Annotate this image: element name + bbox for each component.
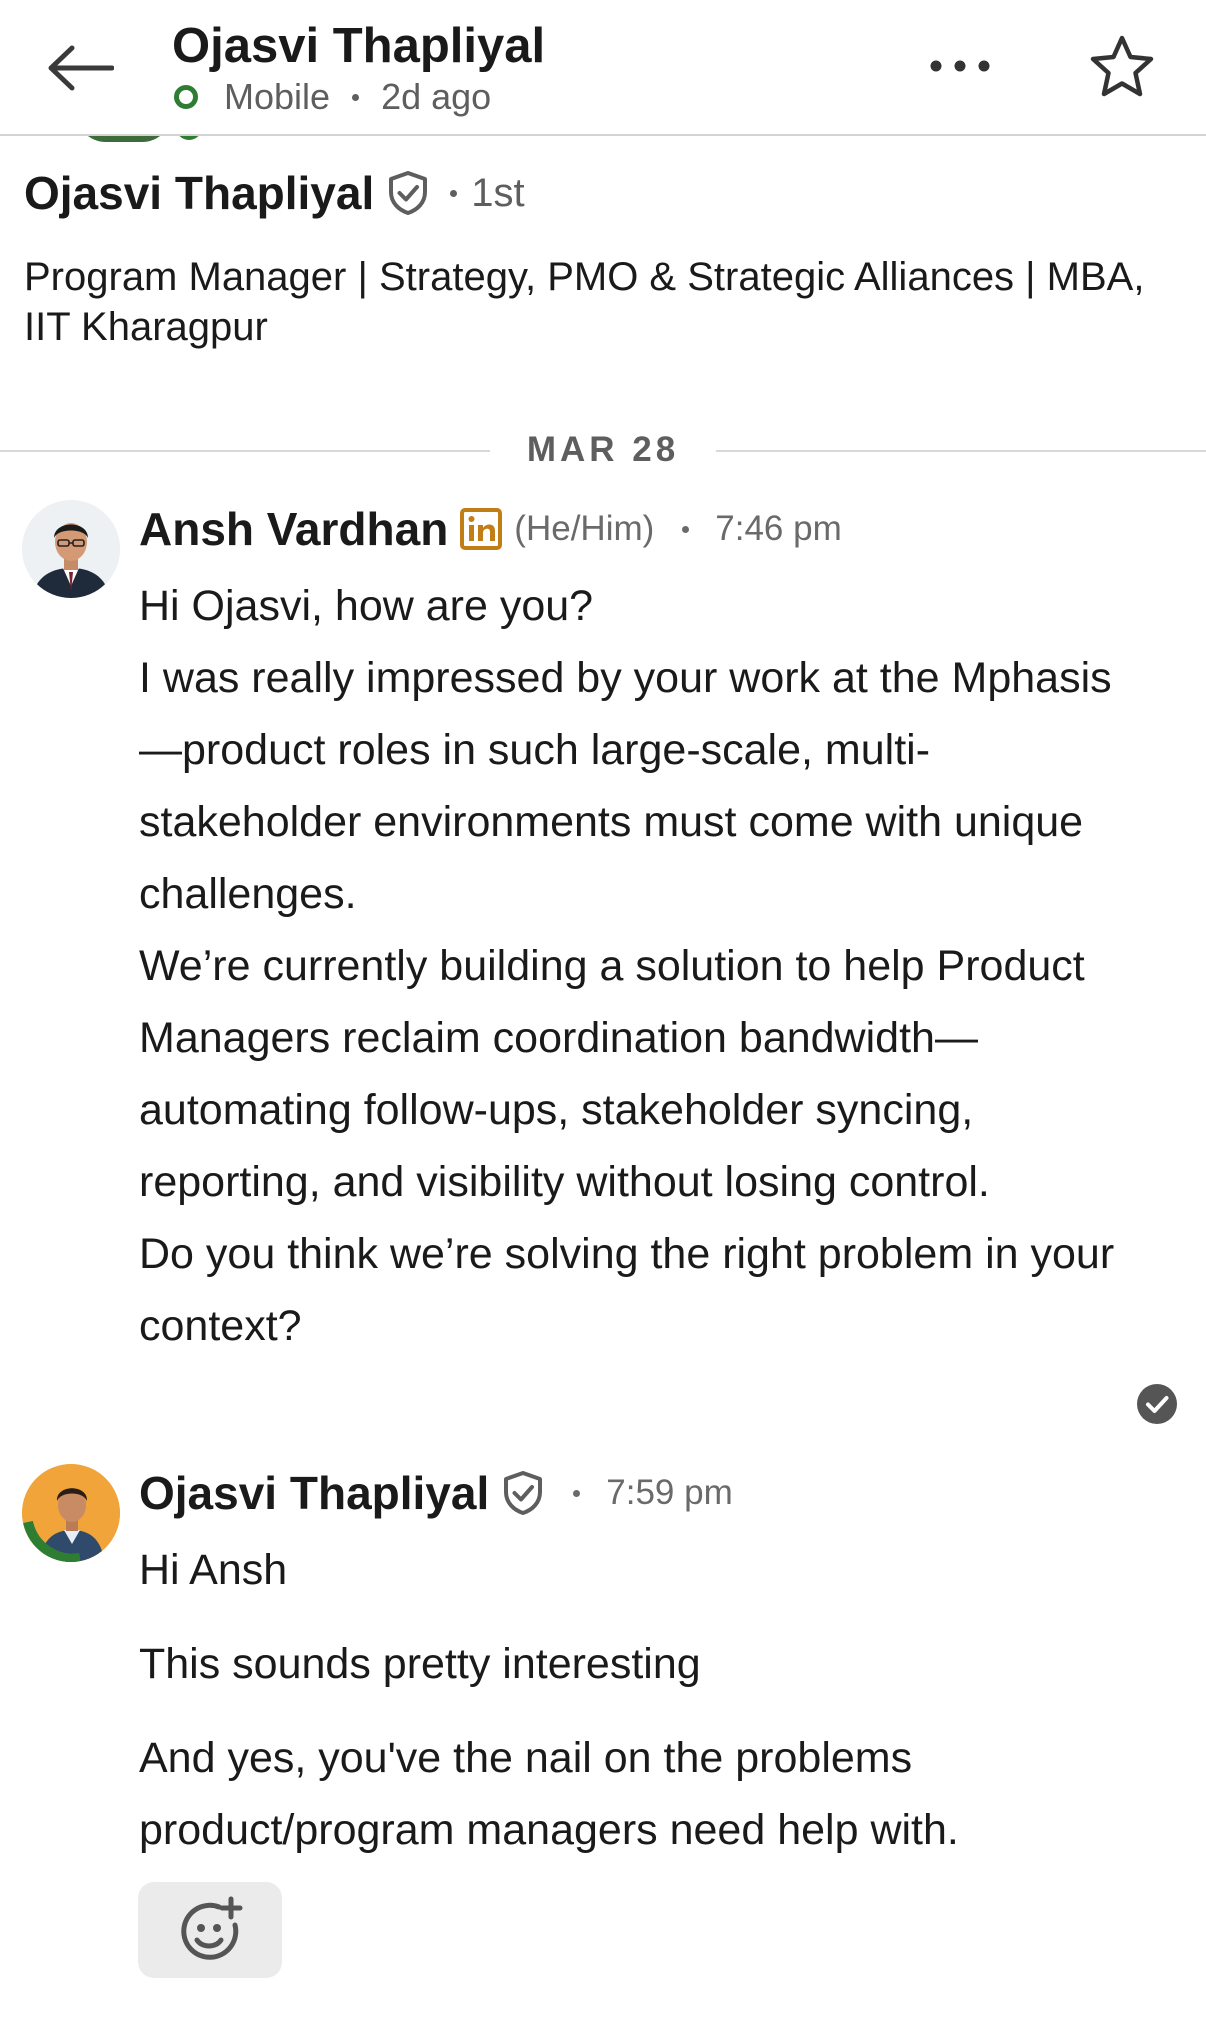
star-icon bbox=[1090, 35, 1154, 97]
message-header: Ojasvi Thapliyal 7:59 pm bbox=[139, 1466, 733, 1520]
profile-name[interactable]: Ojasvi Thapliyal bbox=[24, 166, 374, 220]
message-body: Hi Ojasvi, how are you? I was really imp… bbox=[139, 570, 1149, 1362]
message-header: Ansh Vardhan (He/Him) 7:46 pm bbox=[139, 502, 842, 556]
message-time: 7:59 pm bbox=[606, 1473, 733, 1512]
add-reaction-icon bbox=[181, 1896, 243, 1960]
last-active-label: 2d ago bbox=[381, 76, 492, 117]
sender-pronouns: (He/Him) bbox=[514, 509, 655, 548]
star-button[interactable] bbox=[1082, 28, 1162, 104]
more-options-button[interactable] bbox=[920, 36, 1000, 96]
status-label: Mobile bbox=[224, 76, 331, 117]
arrow-left-icon bbox=[48, 45, 114, 91]
date-divider-line bbox=[716, 450, 1206, 452]
separator-dot bbox=[352, 93, 360, 101]
message-body: Hi Ansh This sounds pretty interesting A… bbox=[139, 1534, 1149, 1888]
message-line: And yes, you've the nail on the problems… bbox=[139, 1734, 959, 1854]
avatar[interactable] bbox=[22, 1464, 120, 1562]
shield-check-icon bbox=[386, 170, 430, 216]
online-status-icon bbox=[174, 85, 198, 109]
person-avatar-icon bbox=[22, 500, 120, 598]
connection-degree: 1st bbox=[471, 170, 525, 215]
separator-dot bbox=[682, 525, 690, 533]
date-divider-line bbox=[0, 450, 490, 452]
shield-check-icon bbox=[501, 1470, 545, 1516]
sender-name[interactable]: Ojasvi Thapliyal bbox=[139, 1466, 489, 1520]
message-line: Do you think we’re solving the right pro… bbox=[139, 1230, 1115, 1350]
message-line: Hi Ansh bbox=[139, 1546, 288, 1594]
check-circle-icon bbox=[1137, 1384, 1177, 1424]
linkedin-icon bbox=[460, 508, 503, 550]
header-status: Mobile 2d ago bbox=[172, 76, 491, 118]
separator-dot bbox=[573, 1489, 581, 1497]
add-reaction-button[interactable] bbox=[138, 1882, 282, 1978]
ellipsis-icon bbox=[930, 60, 990, 72]
avatar[interactable] bbox=[22, 500, 120, 598]
date-divider-label: MAR 28 bbox=[526, 430, 680, 469]
sender-name[interactable]: Ansh Vardhan bbox=[139, 502, 448, 556]
message-line: Hi Ojasvi, how are you? bbox=[139, 582, 594, 630]
message-line: I was really impressed by your work at t… bbox=[139, 654, 1112, 918]
back-button[interactable] bbox=[40, 28, 120, 108]
profile-headline: Program Manager | Strategy, PMO & Strate… bbox=[24, 255, 1145, 349]
person-avatar-icon bbox=[22, 1464, 120, 1562]
profile-card-header: Ojasvi Thapliyal 1st bbox=[24, 166, 525, 220]
message-time: 7:46 pm bbox=[715, 509, 842, 548]
header-contact-name[interactable]: Ojasvi Thapliyal bbox=[172, 18, 545, 74]
conversation-header: Ojasvi Thapliyal Mobile 2d ago bbox=[0, 0, 1206, 136]
separator-dot bbox=[450, 189, 458, 197]
message-line: We’re currently building a solution to h… bbox=[139, 942, 1085, 1206]
message-line: This sounds pretty interesting bbox=[139, 1640, 701, 1688]
